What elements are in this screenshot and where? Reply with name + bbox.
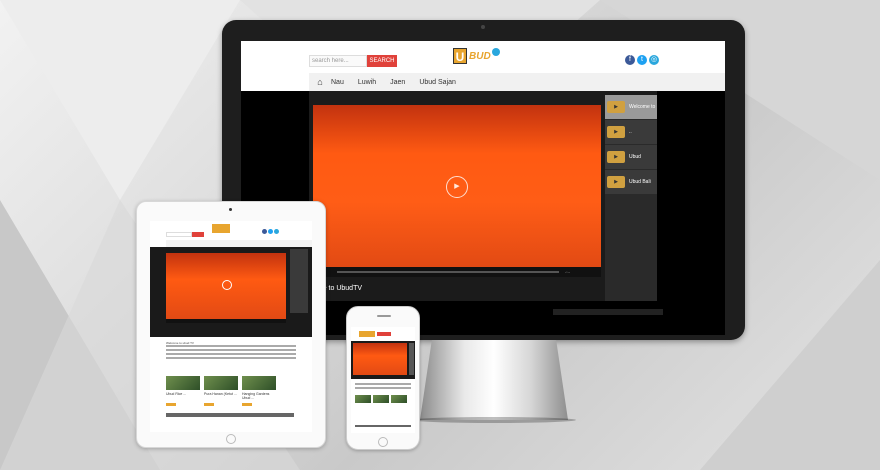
phone-intro — [355, 383, 411, 391]
playlist-item-label: Ubud — [629, 154, 641, 160]
time-total: -:-- — [565, 269, 571, 274]
playlist-item[interactable]: ▶ .. — [605, 120, 657, 144]
card-thumbnail[interactable] — [204, 376, 238, 390]
tablet-search-input[interactable] — [166, 232, 192, 237]
phone-video-player[interactable] — [353, 343, 407, 375]
video-player[interactable]: ▶ — [313, 105, 601, 267]
footer-strip — [553, 309, 663, 315]
nav-spacer — [241, 73, 309, 91]
card-label[interactable]: Ubud Rice ... — [166, 392, 200, 400]
search-button[interactable]: SEARCH — [367, 55, 397, 67]
tablet-nav — [166, 240, 312, 247]
text-line — [355, 383, 411, 385]
tablet-card-thumbs — [166, 376, 276, 390]
playlist-thumb-icon: ▶ — [607, 151, 625, 163]
video-section: ▶ -:-- -:-- ome to UbudTV ▶ Welcome to ▶… — [309, 91, 657, 301]
playlist-item[interactable]: ▶ Ubud — [605, 145, 657, 169]
phone-device — [346, 306, 420, 450]
nav-item-jaen[interactable]: Jaen — [390, 79, 405, 86]
play-icon[interactable]: ▶ — [446, 176, 468, 198]
tablet-camera — [229, 208, 232, 211]
text-line — [166, 349, 296, 351]
text-line — [166, 345, 296, 347]
tablet-device: Welcome to ubud TV Ubud Rice ... Pura Ha… — [136, 201, 326, 448]
tablet-video-controls — [166, 319, 286, 323]
monitor-stand — [420, 340, 568, 420]
phone-home-button — [378, 437, 388, 447]
facebook-icon[interactable] — [262, 229, 267, 234]
site-logo[interactable]: U BUD — [453, 47, 500, 65]
text-line — [166, 357, 296, 359]
logo-text: BUD — [469, 50, 491, 62]
progress-bar[interactable] — [337, 271, 559, 273]
card-thumbnail[interactable] — [242, 376, 276, 390]
phone-screen — [351, 327, 415, 433]
instagram-icon[interactable] — [274, 229, 279, 234]
tablet-video-section — [150, 247, 312, 337]
playlist-item[interactable]: ▶ Welcome to — [605, 95, 657, 119]
logo-tv-icon — [491, 48, 500, 56]
tablet-logo[interactable] — [212, 224, 230, 233]
video-controls: -:-- -:-- — [313, 267, 601, 277]
card-thumbnail[interactable] — [391, 395, 407, 403]
nav-item-ubud-sajan[interactable]: Ubud Sajan — [419, 79, 456, 86]
phone-logo[interactable] — [359, 331, 375, 337]
tablet-playlist — [290, 249, 308, 313]
social-links: f t ◎ — [625, 55, 659, 65]
tablet-social-links — [262, 229, 279, 234]
card-thumbnail[interactable] — [355, 395, 371, 403]
phone-card-thumbs — [355, 395, 407, 403]
playlist: ▶ Welcome to ▶ .. ▶ Ubud ▶ Ubud Bali — [605, 95, 657, 301]
tablet-footer — [166, 413, 294, 417]
tablet-screen: Welcome to ubud TV Ubud Rice ... Pura Ha… — [150, 221, 312, 432]
playlist-item-label: Ubud Bali — [629, 179, 651, 185]
phone-video-section — [351, 341, 415, 379]
nav-item-nau[interactable]: Nau — [331, 79, 344, 86]
playlist-thumb-icon: ▶ — [607, 101, 625, 113]
stand-shadow — [412, 417, 576, 423]
home-icon[interactable]: ⌂ — [309, 77, 331, 87]
text-line — [355, 387, 411, 389]
twitter-icon[interactable]: t — [637, 55, 647, 65]
site-header: search here... SEARCH U BUD f t ◎ — [241, 41, 725, 73]
main-nav: ⌂ Nau Luwih Jaen Ubud Sajan — [309, 73, 725, 91]
tablet-card-labels: Ubud Rice ... Pura Hanan (Ketut ... Hang… — [166, 392, 276, 400]
nav-item-luwih[interactable]: Luwih — [358, 79, 376, 86]
tablet-intro: Welcome to ubud TV — [166, 341, 296, 361]
card-button[interactable] — [242, 403, 252, 406]
card-button[interactable] — [166, 403, 176, 406]
tablet-card-buttons — [166, 403, 276, 406]
phone-footer — [355, 425, 411, 427]
logo-letter: U — [453, 48, 467, 64]
search-input[interactable]: search here... — [309, 55, 367, 67]
card-label[interactable]: Hanging Gardens Ubud ... — [242, 392, 276, 400]
card-label[interactable]: Pura Hanan (Ketut ... — [204, 392, 238, 400]
facebook-icon[interactable]: f — [625, 55, 635, 65]
tablet-search-button[interactable] — [192, 232, 204, 237]
playlist-item-label: .. — [629, 129, 632, 135]
playlist-thumb-icon: ▶ — [607, 126, 625, 138]
playlist-item-label: Welcome to — [629, 104, 656, 110]
monitor-camera — [481, 25, 485, 29]
tablet-play-icon[interactable] — [222, 280, 232, 290]
instagram-icon[interactable]: ◎ — [649, 55, 659, 65]
card-thumbnail[interactable] — [373, 395, 389, 403]
phone-speaker — [377, 315, 391, 317]
playlist-item[interactable]: ▶ Ubud Bali — [605, 170, 657, 194]
phone-search-button[interactable] — [377, 332, 391, 336]
playlist-thumb-icon: ▶ — [607, 176, 625, 188]
card-button[interactable] — [204, 403, 214, 406]
phone-playlist — [409, 343, 414, 375]
text-line — [166, 353, 296, 355]
card-thumbnail[interactable] — [166, 376, 200, 390]
tablet-home-button — [226, 434, 236, 444]
twitter-icon[interactable] — [268, 229, 273, 234]
